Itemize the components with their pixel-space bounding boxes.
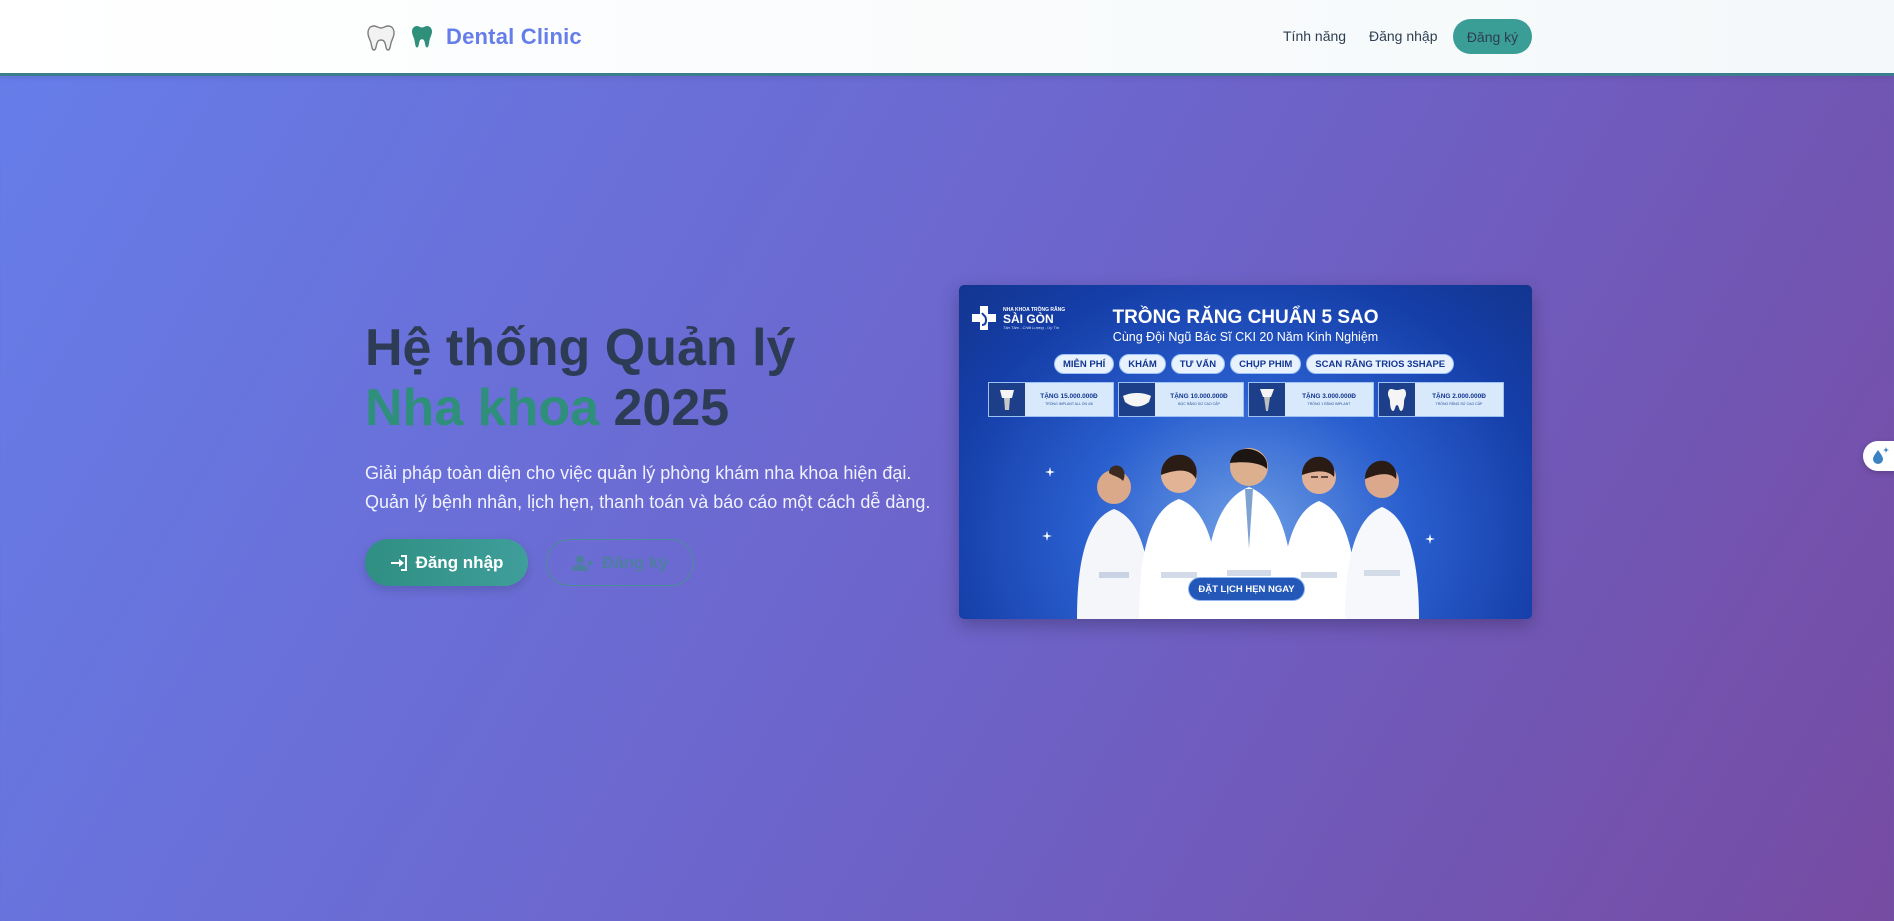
service-pills: MIỄN PHÍ KHÁM TƯ VẤN CHỤP PHIM SCAN RĂNG… (1054, 354, 1455, 374)
offer-value: TẶNG 3.000.000Đ (1302, 393, 1356, 400)
service-pill: KHÁM (1119, 354, 1166, 374)
teeth-icon (1119, 383, 1155, 416)
nav-link-login[interactable]: Đăng nhập (1369, 28, 1438, 44)
hero-description: Giải pháp toàn diện cho việc quản lý phò… (365, 459, 945, 517)
offer-value: TẶNG 15.000.000Đ (1040, 393, 1098, 400)
sign-in-icon (390, 554, 407, 571)
navbar: Dental Clinic Tính năng Đăng nhập Đăng k… (0, 0, 1894, 76)
offer-value: TẶNG 2.000.000Đ (1432, 393, 1486, 400)
service-pill: SCAN RĂNG TRIOS 3SHAPE (1306, 354, 1455, 374)
nav-register-button[interactable]: Đăng ký (1453, 19, 1532, 54)
brand-name: Dental Clinic (446, 24, 582, 49)
tooth-crown-icon (1379, 383, 1415, 416)
tooth-outline-icon (367, 25, 395, 51)
promo-banner: NHA KHOA TRỒNG RĂNG SÀI GÒN Tận Tâm - Ch… (959, 285, 1532, 619)
banner-subtitle: Cùng Đội Ngũ Bác Sĩ CKI 20 Năm Kinh Nghi… (1112, 330, 1379, 344)
sparkle-icon (1045, 467, 1055, 477)
hero-login-label: Đăng nhập (415, 552, 504, 572)
offer-card: TẶNG 15.000.000Đ TRỒNG IMPLANT ALL ON 4/… (988, 382, 1114, 417)
implant-screw-icon (1249, 383, 1285, 416)
offer-note: BỌC RĂNG SỨ CAO CẤP (1178, 402, 1220, 406)
book-appointment-button[interactable]: ĐẶT LỊCH HẸN NGAY (1188, 577, 1305, 601)
hero-title-year: 2025 (613, 379, 730, 437)
hero-register-label: Đăng ký (601, 552, 669, 572)
hero-title: Hệ thống Quản lý Nha khoa 2025 (365, 318, 925, 438)
brand[interactable]: Dental Clinic (366, 20, 582, 54)
service-pill: CHỤP PHIM (1230, 354, 1302, 374)
sparkle-icon (1042, 531, 1052, 541)
hero-description-line2: Quản lý bệnh nhân, lịch hẹn, thanh toán … (365, 492, 931, 512)
water-drop-sparkle-icon (1873, 447, 1889, 464)
offer-value: TẶNG 10.000.000Đ (1170, 393, 1228, 400)
offer-card: TẶNG 10.000.000Đ BỌC RĂNG SỨ CAO CẤP (1118, 382, 1244, 417)
offer-card: TẶNG 3.000.000Đ TRỒNG 1 RĂNG IMPLANT (1248, 382, 1374, 417)
hero-description-line1: Giải pháp toàn diện cho việc quản lý phò… (365, 463, 912, 483)
offer-card: TẶNG 2.000.000Đ TRỒNG RĂNG SỨ CAO CẤP (1378, 382, 1504, 417)
hero-register-button[interactable]: Đăng ký (546, 539, 694, 586)
nav-link-features[interactable]: Tính năng (1283, 28, 1346, 44)
hero-title-line1: Hệ thống Quản lý (365, 319, 796, 377)
banner-title: TRỒNG RĂNG CHUẨN 5 SAO (1112, 307, 1379, 328)
user-plus-icon (571, 555, 593, 571)
service-pill: TƯ VẤN (1170, 354, 1226, 374)
tooth-icon (412, 26, 432, 48)
hero-login-button[interactable]: Đăng nhập (365, 539, 528, 586)
service-pill: MIỄN PHÍ (1054, 354, 1115, 374)
offer-note: TRỒNG 1 RĂNG IMPLANT (1307, 402, 1351, 406)
implant-icon (989, 383, 1025, 416)
offer-note: TRỒNG IMPLANT ALL ON 4/6 (1045, 402, 1093, 406)
hero-title-accent: Nha khoa (365, 379, 600, 437)
offer-list: TẶNG 15.000.000Đ TRỒNG IMPLANT ALL ON 4/… (988, 382, 1504, 417)
floating-widget[interactable] (1863, 441, 1894, 471)
offer-note: TRỒNG RĂNG SỨ CAO CẤP (1435, 402, 1483, 406)
